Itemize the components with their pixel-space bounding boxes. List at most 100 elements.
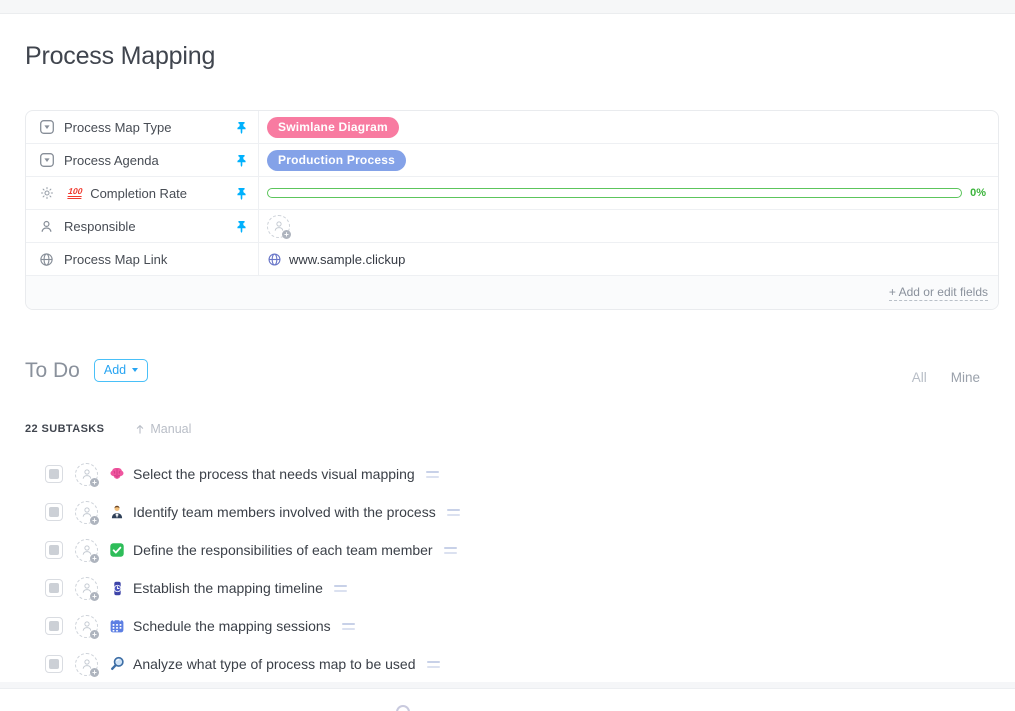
checkbox-fill: [49, 583, 59, 593]
add-assignee-avatar[interactable]: +: [75, 577, 98, 600]
filter-mine[interactable]: Mine: [951, 370, 980, 385]
automatic-gear-icon: [38, 185, 55, 202]
plus-badge-icon: +: [90, 630, 99, 639]
progress-track: [267, 188, 962, 198]
plus-badge-icon: +: [90, 478, 99, 487]
pin-icon[interactable]: [235, 154, 248, 167]
subtask-checkbox[interactable]: [45, 465, 63, 483]
pin-icon[interactable]: [235, 121, 248, 134]
office-worker-emoji-icon: [109, 504, 125, 520]
subtask-row[interactable]: + Identify team members involved with th…: [25, 493, 1000, 531]
field-row-process-map-type: Process Map Type Swimlane Diagram: [26, 111, 998, 144]
add-assignee-avatar[interactable]: +: [267, 215, 290, 238]
brain-emoji-icon: [109, 466, 125, 482]
subtask-row[interactable]: + Schedule the mapping sessions: [25, 607, 1000, 645]
add-assignee-avatar[interactable]: +: [75, 615, 98, 638]
subtask-row[interactable]: + Analyze what type of process map to be…: [25, 645, 1000, 683]
field-value-cell: Swimlane Diagram: [259, 111, 998, 143]
subtask-checkbox[interactable]: [45, 579, 63, 597]
dropdown-field-icon: [38, 152, 55, 169]
field-label-cell[interactable]: Process Map Link: [26, 243, 259, 275]
checkbox-fill: [49, 621, 59, 631]
description-lines-icon[interactable]: [444, 547, 457, 554]
completion-progress-bar[interactable]: 0%: [267, 187, 998, 199]
subtask-checkbox[interactable]: [45, 617, 63, 635]
description-lines-icon[interactable]: [447, 509, 460, 516]
description-lines-icon[interactable]: [427, 661, 440, 668]
description-lines-icon[interactable]: [342, 623, 355, 630]
add-or-edit-fields-link[interactable]: + Add or edit fields: [889, 285, 988, 301]
add-assignee-avatar[interactable]: +: [75, 501, 98, 524]
progress-percent-label: 0%: [970, 187, 986, 199]
page-title: Process Mapping: [25, 42, 215, 71]
field-row-process-agenda: Process Agenda Production Process: [26, 144, 998, 177]
field-value-cell: +: [259, 210, 998, 242]
field-value-pill[interactable]: Production Process: [267, 150, 406, 171]
calendar-emoji-icon: [109, 618, 125, 634]
field-label-cell[interactable]: 100 Completion Rate: [26, 177, 259, 209]
watch-emoji-icon: [109, 580, 125, 596]
field-label: Process Agenda: [64, 153, 159, 168]
checkbox-fill: [49, 469, 59, 479]
dropdown-field-icon: [38, 119, 55, 136]
pin-icon[interactable]: [235, 220, 248, 233]
subtasks-header: 22 SUBTASKS Manual: [25, 422, 191, 436]
chevron-down-icon: [132, 368, 138, 372]
arrow-up-icon: [134, 423, 146, 435]
loading-spinner: [396, 705, 410, 711]
field-value-cell: www.sample.clickup: [259, 243, 998, 275]
subtask-checkbox[interactable]: [45, 655, 63, 673]
subtask-title[interactable]: Select the process that needs visual map…: [133, 466, 415, 482]
field-label-cell[interactable]: Process Agenda: [26, 144, 259, 176]
field-value-cell: Production Process: [259, 144, 998, 176]
pin-icon[interactable]: [235, 187, 248, 200]
field-label: Process Map Link: [64, 252, 167, 267]
sort-control[interactable]: Manual: [134, 422, 191, 436]
filter-all[interactable]: All: [912, 370, 927, 385]
subtask-checkbox[interactable]: [45, 503, 63, 521]
link-text: www.sample.clickup: [289, 252, 405, 267]
description-lines-icon[interactable]: [426, 471, 439, 478]
subtask-count: 22 SUBTASKS: [25, 423, 104, 435]
field-label: Responsible: [64, 219, 136, 234]
field-value-cell: 0%: [259, 177, 998, 209]
subtask-row[interactable]: + Establish the mapping timeline: [25, 569, 1000, 607]
subtask-title[interactable]: Schedule the mapping sessions: [133, 618, 331, 634]
field-row-responsible: Responsible +: [26, 210, 998, 243]
person-field-icon: [38, 218, 55, 235]
status-group-heading: To Do: [25, 359, 80, 383]
fields-table-footer: + Add or edit fields: [26, 276, 998, 309]
field-label-cell[interactable]: Process Map Type: [26, 111, 259, 143]
sort-label: Manual: [150, 422, 191, 436]
globe-field-icon: [38, 251, 55, 268]
field-label: Completion Rate: [90, 186, 187, 201]
subtask-filters: All Mine: [912, 370, 1000, 385]
field-value-pill[interactable]: Swimlane Diagram: [267, 117, 399, 138]
checkbox-fill: [49, 545, 59, 555]
field-label: Process Map Type: [64, 120, 171, 135]
todo-section-header: To Do Add All Mine: [25, 356, 1000, 385]
hundred-points-emoji: 100: [67, 187, 82, 199]
field-row-process-map-link: Process Map Link www.sample.clickup: [26, 243, 998, 276]
field-row-completion-rate: 100 Completion Rate 0%: [26, 177, 998, 210]
add-assignee-avatar[interactable]: +: [75, 653, 98, 676]
plus-badge-icon: +: [282, 230, 291, 239]
subtask-title[interactable]: Analyze what type of process map to be u…: [133, 656, 416, 672]
description-lines-icon[interactable]: [334, 585, 347, 592]
subtask-row[interactable]: + Select the process that needs visual m…: [25, 455, 1000, 493]
task-detail-view: Process Mapping Process Map Type Swimlan…: [0, 0, 1015, 711]
checkbox-fill: [49, 659, 59, 669]
website-link-value[interactable]: www.sample.clickup: [267, 252, 405, 267]
add-task-button[interactable]: Add: [94, 359, 148, 382]
subtask-title[interactable]: Define the responsibilities of each team…: [133, 542, 433, 558]
subtask-checkbox[interactable]: [45, 541, 63, 559]
bottom-divider-bar: [0, 682, 1015, 689]
add-assignee-avatar[interactable]: +: [75, 463, 98, 486]
subtask-list: + Select the process that needs visual m…: [25, 455, 1000, 683]
add-assignee-avatar[interactable]: +: [75, 539, 98, 562]
field-label-cell[interactable]: Responsible: [26, 210, 259, 242]
plus-badge-icon: +: [90, 516, 99, 525]
subtask-title[interactable]: Identify team members involved with the …: [133, 504, 436, 520]
subtask-title[interactable]: Establish the mapping timeline: [133, 580, 323, 596]
subtask-row[interactable]: + Define the responsibilities of each te…: [25, 531, 1000, 569]
